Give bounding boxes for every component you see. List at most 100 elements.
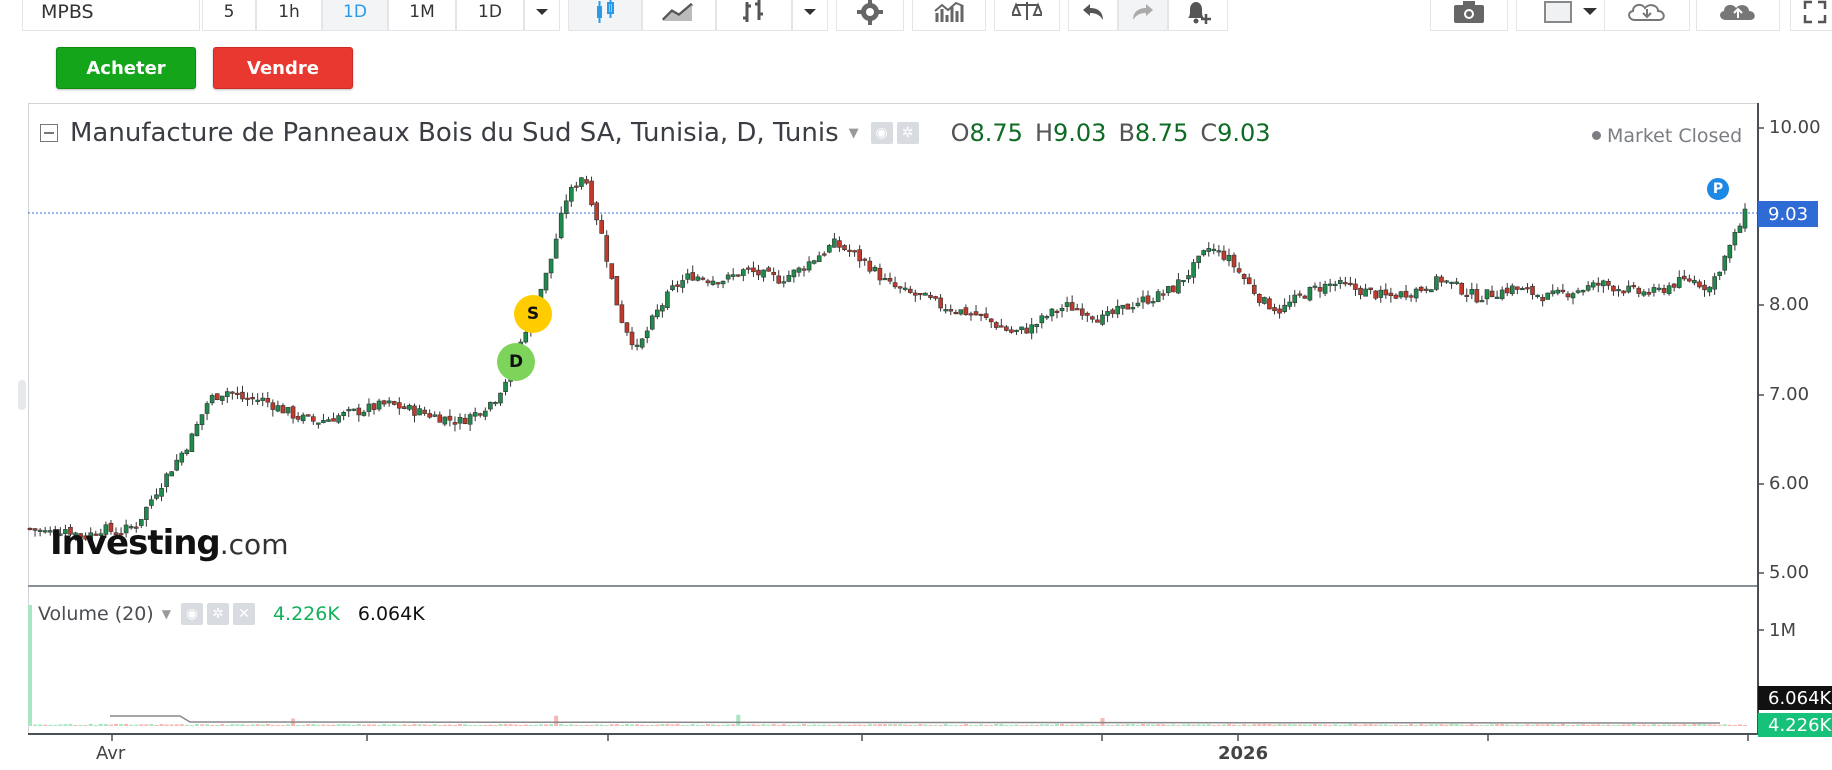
candle-body: [1737, 225, 1743, 233]
dividend-marker[interactable]: D: [497, 343, 535, 381]
candle-body: [847, 249, 852, 252]
volume-bar: [1667, 724, 1672, 726]
candle-body: [842, 245, 847, 251]
candle-body: [1171, 285, 1176, 293]
chevron-down-icon[interactable]: ▼: [162, 607, 171, 621]
volume-bar: [1363, 724, 1368, 726]
volume-bar: [452, 725, 457, 726]
price-chart-canvas[interactable]: [0, 0, 1832, 770]
candle-body: [376, 400, 382, 410]
volume-bar: [1054, 723, 1059, 726]
volume-bar: [1596, 724, 1601, 726]
candle-body: [437, 414, 443, 423]
volume-bar: [776, 725, 781, 726]
volume-bar: [488, 724, 493, 726]
candle-body: [493, 401, 498, 405]
volume-bar: [98, 723, 103, 726]
settings-icon[interactable]: ✲: [896, 122, 919, 144]
volume-bar: [872, 724, 877, 726]
volume-bar: [407, 724, 412, 726]
candle-body: [1560, 289, 1566, 293]
volume-bar: [205, 724, 210, 726]
close-icon[interactable]: ✕: [232, 603, 255, 625]
volume-bar: [200, 724, 205, 726]
volume-bar: [1702, 724, 1707, 726]
volume-bar: [1737, 724, 1742, 726]
visibility-icon[interactable]: ◉: [870, 122, 893, 144]
volume-bar: [953, 725, 958, 726]
chevron-down-icon[interactable]: ▼: [849, 126, 859, 141]
candle-body: [1343, 282, 1348, 285]
visibility-icon[interactable]: ◉: [180, 603, 203, 625]
candle-body: [1641, 291, 1647, 296]
candle-body: [1388, 292, 1394, 297]
candle-body: [280, 405, 286, 414]
candle-body: [1272, 307, 1277, 312]
candle-body: [1297, 293, 1303, 296]
volume-bar: [478, 724, 483, 726]
candle-body: [1246, 277, 1252, 285]
symbol-legend: Manufacture de Panneaux Bois du Sud SA, …: [40, 118, 1271, 148]
candle-body: [1257, 293, 1262, 303]
volume-bar: [1262, 724, 1267, 726]
volume-bar: [1186, 724, 1191, 726]
volume-bar: [296, 724, 301, 726]
candle-body: [907, 288, 913, 293]
volume-bar: [1019, 725, 1024, 726]
candle-body: [1191, 262, 1196, 278]
candle-body: [1176, 279, 1181, 294]
collapse-legend-icon[interactable]: [40, 124, 58, 142]
volume-bar: [1196, 724, 1201, 726]
volume-bar: [1338, 725, 1343, 726]
candle-body: [1646, 291, 1652, 295]
candle-body: [402, 406, 407, 409]
candle-body: [1398, 291, 1404, 298]
pivot-marker[interactable]: P: [1705, 176, 1731, 202]
volume-title[interactable]: Volume (20): [38, 603, 154, 625]
volume-bar: [807, 725, 812, 726]
volume-bar: [1201, 724, 1206, 726]
candle-body: [503, 381, 508, 393]
volume-bar: [139, 724, 144, 726]
pane-separator[interactable]: [28, 585, 1757, 587]
candle-body: [432, 414, 438, 417]
volume-bar: [1323, 724, 1328, 726]
volume-bar: [1530, 724, 1535, 726]
candle-body: [1565, 293, 1571, 298]
volume-bar: [397, 724, 402, 726]
volume-bar: [1191, 724, 1196, 726]
candle-body: [1348, 282, 1353, 286]
settings-icon[interactable]: ✲: [206, 603, 229, 625]
volume-bar: [1631, 724, 1636, 726]
logo-brand: Investing: [50, 523, 221, 563]
symbol-title[interactable]: Manufacture de Panneaux Bois du Sud SA, …: [70, 118, 839, 148]
volume-bar: [1677, 724, 1682, 726]
candle-body: [563, 200, 569, 214]
volume-bar: [1398, 725, 1403, 726]
volume-bar: [73, 725, 78, 726]
candle-body: [1606, 280, 1611, 286]
volume-bar: [1029, 724, 1034, 726]
candle-body: [1373, 290, 1378, 299]
candle-body: [1439, 276, 1444, 283]
volume-bar: [614, 724, 619, 726]
candle-body: [599, 220, 604, 234]
candle-body: [204, 403, 210, 414]
candle-body: [189, 433, 195, 452]
candle-body: [1489, 290, 1495, 298]
candle-body: [1590, 282, 1596, 288]
candle-body: [543, 272, 549, 291]
volume-bar: [1707, 724, 1712, 726]
candle-body: [700, 277, 706, 280]
candle-body: [1626, 285, 1631, 293]
candle-body: [1115, 305, 1120, 315]
candle-body: [983, 313, 989, 318]
volume-bar: [1039, 724, 1044, 726]
volume-bar: [827, 724, 832, 726]
volume-bar: [1060, 723, 1065, 726]
volume-bar: [255, 724, 260, 726]
split-marker[interactable]: S: [514, 295, 552, 333]
candle-body: [943, 309, 948, 312]
candle-body: [1403, 290, 1409, 298]
volume-bar: [619, 725, 624, 726]
